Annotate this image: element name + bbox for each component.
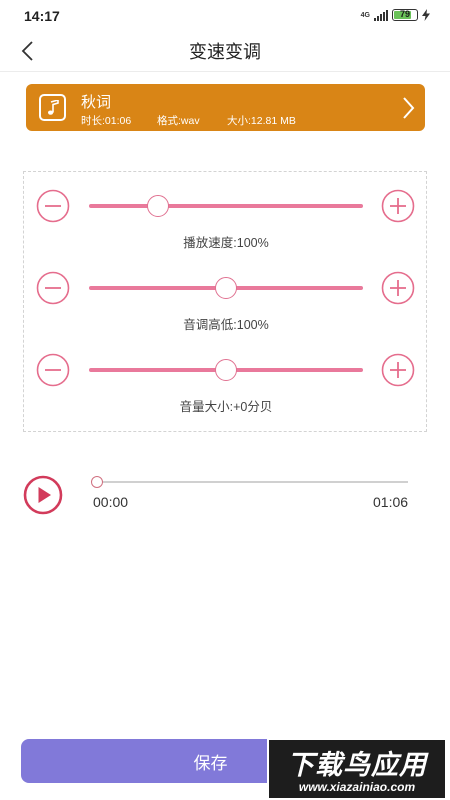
network-label: 4G [360,11,370,19]
speed-label: 播放速度:100% [183,236,269,250]
status-icons: 4G 79 [361,9,430,21]
battery-level: 79 [399,9,410,19]
watermark-logo: 下载鸟应用 www.xiazainiao.com [267,738,447,800]
chevron-right-icon [403,97,415,119]
watermark-title: 下载鸟应用 [287,750,427,780]
current-time: 00:00 [93,494,129,510]
volume-slider[interactable] [89,359,363,381]
speed-control: 播放速度:100% [24,189,428,259]
file-size: 大小:12.81 MB [227,115,296,127]
pitch-decrease-button[interactable] [36,271,70,305]
pitch-label: 音调高低:100% [183,318,269,332]
screen: 14:17 4G 79 变速变调 秋词 时长:01:06 格式:wav 大小:1… [0,0,450,800]
playback-progress-thumb[interactable] [91,476,103,488]
signal-icon [374,9,388,21]
speed-increase-button[interactable] [381,189,415,223]
file-card[interactable]: 秋词 时长:01:06 格式:wav 大小:12.81 MB [26,84,425,131]
pitch-slider-thumb[interactable] [215,277,237,299]
file-format: 格式:wav [157,115,200,127]
speed-decrease-button[interactable] [36,189,70,223]
page-title: 变速变调 [189,42,261,62]
volume-label: 音量大小:+0分贝 [179,400,273,414]
pitch-control: 音调高低:100% [24,271,428,341]
play-button[interactable] [23,475,63,515]
speed-slider-thumb[interactable] [146,195,169,217]
total-time: 01:06 [373,494,409,510]
music-note-icon [39,94,66,121]
header: 变速变调 [0,30,450,72]
speed-slider[interactable] [89,195,363,217]
volume-control: 音量大小:+0分贝 [24,353,428,423]
pitch-increase-button[interactable] [381,271,415,305]
file-meta: 时长:01:06 格式:wav 大小:12.81 MB [81,113,296,128]
status-bar: 14:17 4G 79 [0,0,450,30]
volume-slider-thumb[interactable] [215,359,237,381]
save-button-label: 保存 [193,753,228,773]
playback-progress[interactable] [91,476,408,488]
file-duration: 时长:01:06 [81,115,132,127]
pitch-slider[interactable] [89,277,363,299]
status-time: 14:17 [24,8,60,24]
adjustment-panel: 播放速度:100% 音调高低:100% 音量大小:+0分贝 [23,171,427,432]
file-name: 秋词 [81,94,112,111]
charging-icon [422,9,430,21]
volume-decrease-button[interactable] [36,353,70,387]
battery-icon: 79 [392,9,418,21]
watermark-url: www.xiazainiao.com [298,780,416,794]
volume-increase-button[interactable] [381,353,415,387]
